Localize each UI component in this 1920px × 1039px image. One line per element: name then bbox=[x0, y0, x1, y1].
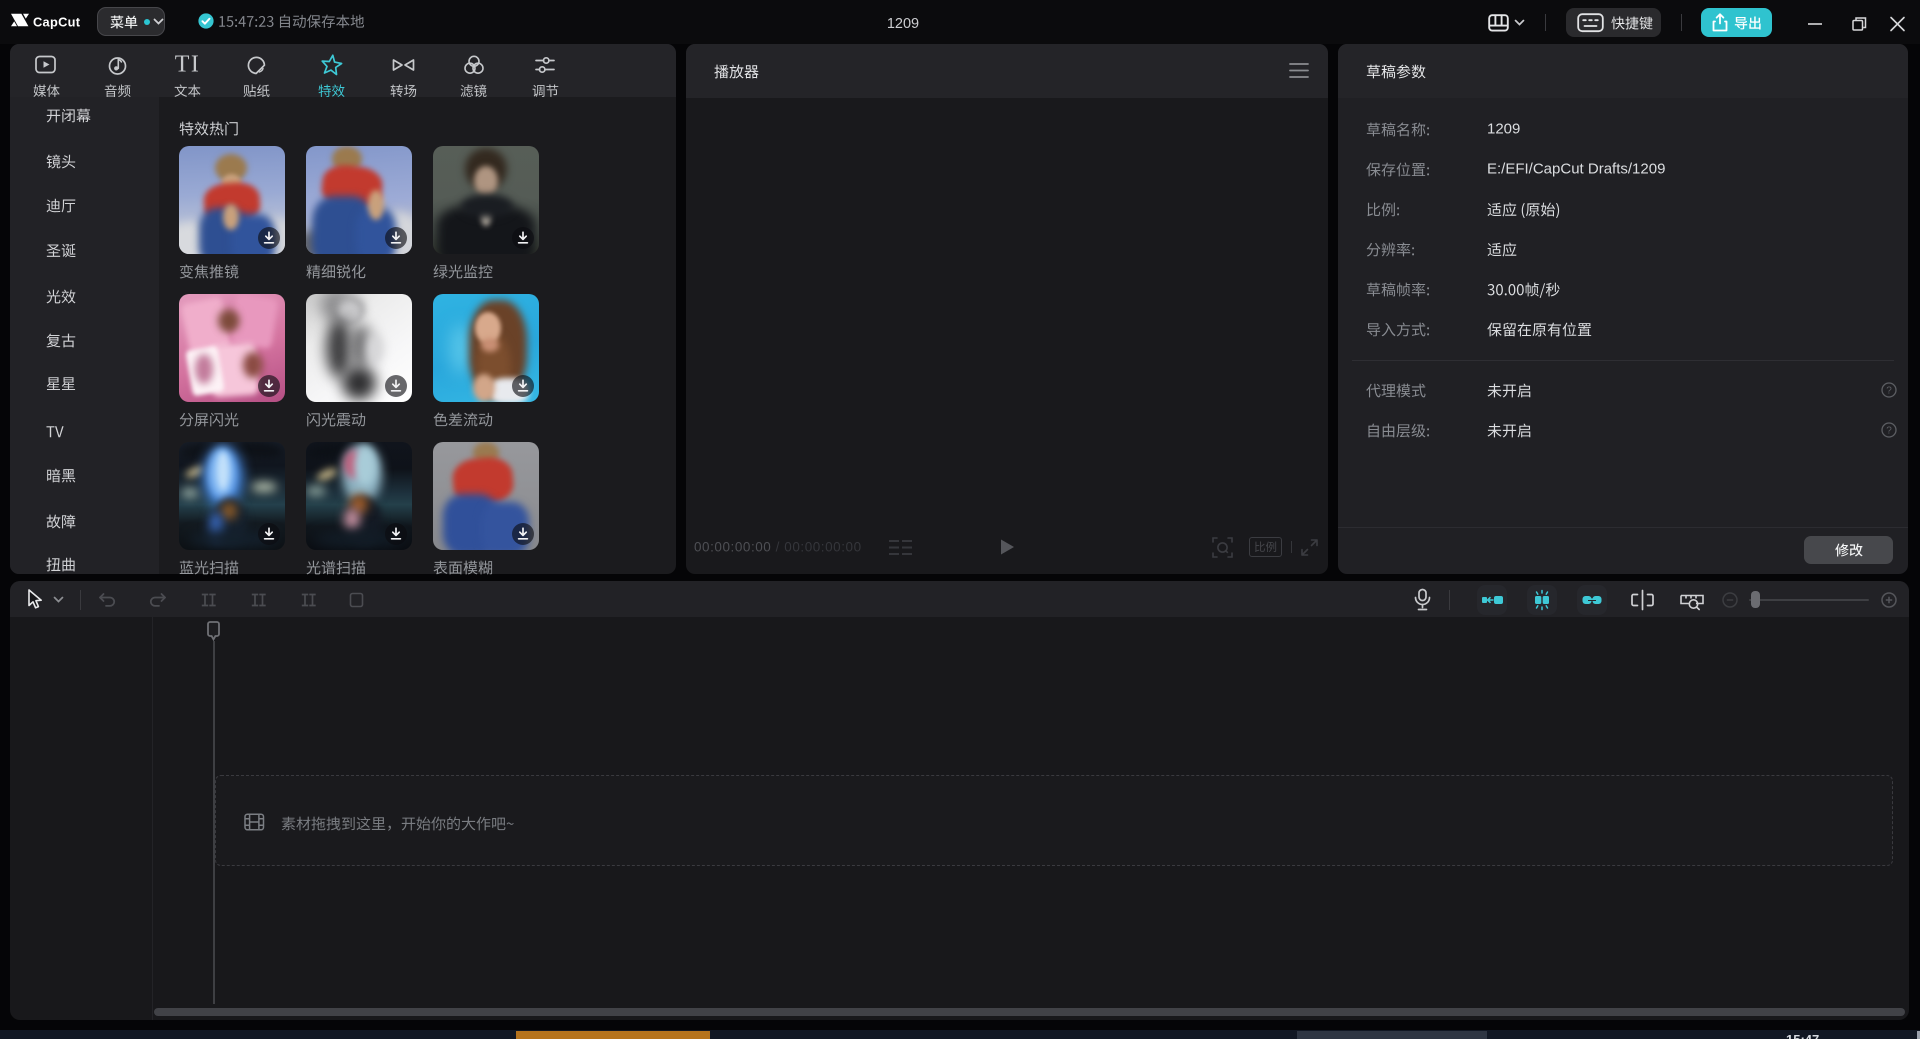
svg-text:?: ? bbox=[1886, 425, 1892, 436]
svg-text:?: ? bbox=[1886, 385, 1892, 396]
